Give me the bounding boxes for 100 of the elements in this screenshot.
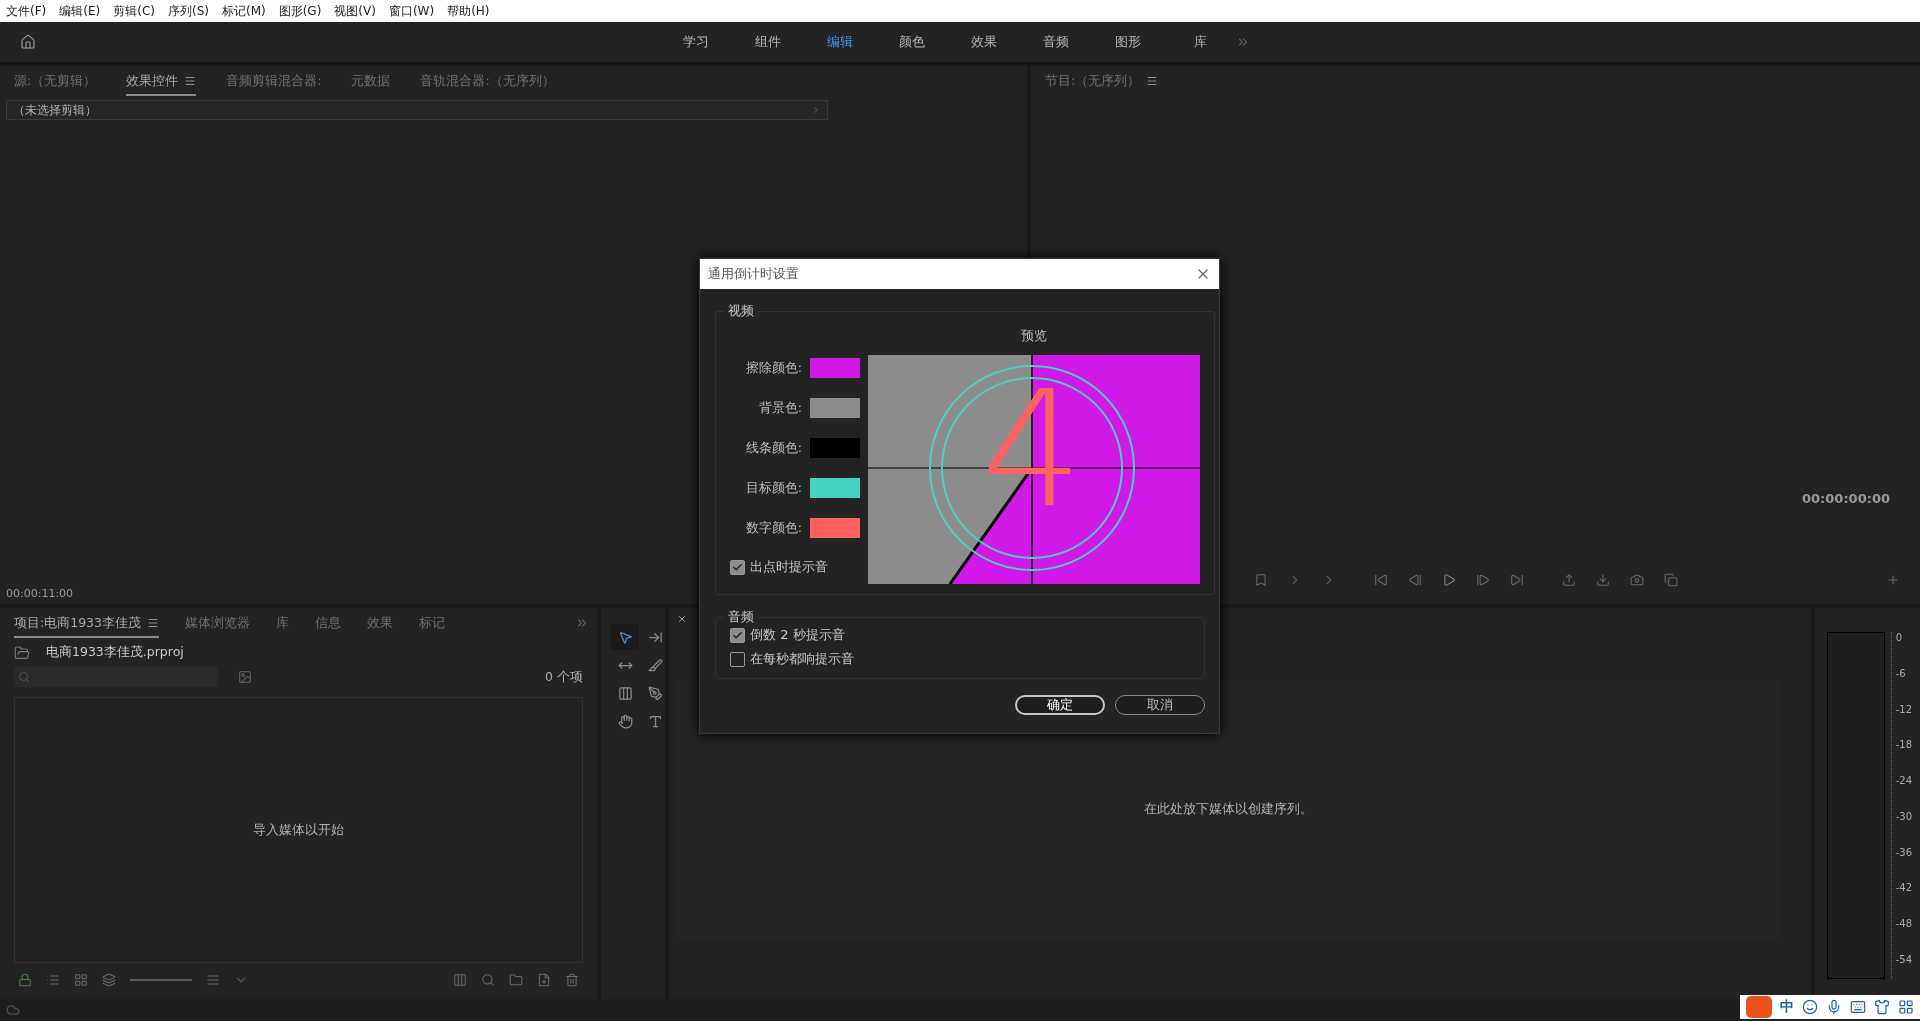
meter-scale-label: -54 <box>1895 953 1912 965</box>
color-label: 线条颜色: <box>745 439 802 457</box>
project-file-name: 电商1933李佳茂.prproj <box>46 644 184 661</box>
menu-icon[interactable] <box>184 75 197 87</box>
copy-icon[interactable] <box>1664 573 1678 587</box>
chevrons-right-icon[interactable] <box>1236 35 1250 49</box>
search-icon <box>18 671 30 683</box>
upload-icon[interactable] <box>1562 573 1576 587</box>
menu-icon[interactable] <box>147 617 160 629</box>
new-item-icon[interactable] <box>537 973 551 987</box>
menu-item[interactable]: 图形(G) <box>278 2 322 20</box>
check-icon <box>732 561 743 573</box>
menu-item[interactable]: 序列(S) <box>167 2 209 20</box>
color-swatch[interactable] <box>810 398 860 418</box>
lock-icon[interactable] <box>18 973 32 987</box>
workspace-tab[interactable]: 颜色 <box>876 33 948 51</box>
timecode: 00:00:00:00 <box>1802 491 1891 506</box>
workspace-tab[interactable]: 图形 <box>1092 33 1164 51</box>
bookmark-icon[interactable] <box>1254 573 1268 587</box>
color-label: 目标颜色: <box>745 479 802 497</box>
plus-icon[interactable] <box>1886 573 1900 587</box>
layers-icon[interactable] <box>102 973 116 987</box>
camera-icon[interactable] <box>1630 573 1644 587</box>
workspace-tab[interactable]: 学习 <box>660 33 732 51</box>
chevrons-right-icon[interactable] <box>575 616 589 630</box>
folder-icon[interactable] <box>14 644 30 661</box>
menu-item[interactable]: 编辑(E) <box>59 2 101 20</box>
meter-scale-label: -12 <box>1895 703 1912 715</box>
workspace-tab[interactable]: 库 <box>1164 33 1236 51</box>
search-icon[interactable] <box>481 973 495 987</box>
checkbox[interactable] <box>730 627 745 643</box>
columns-icon <box>617 685 633 701</box>
menu-item[interactable]: 窗口(W) <box>388 2 435 20</box>
play-icon[interactable] <box>1442 573 1456 587</box>
trash-icon[interactable] <box>565 973 579 987</box>
color-swatch[interactable] <box>810 358 860 378</box>
countdown-preview: 4 <box>868 355 1200 584</box>
skip-forward-icon[interactable] <box>1510 573 1524 587</box>
meter-scale-label: -48 <box>1895 918 1912 930</box>
dialog-title: 通用倒计时设置 <box>708 265 799 283</box>
blade-icon <box>647 657 663 673</box>
step-forward-icon[interactable] <box>1476 573 1490 587</box>
menu-item[interactable]: 剪辑(C) <box>113 2 155 20</box>
skip-back-icon[interactable] <box>1374 573 1388 587</box>
step-back-icon[interactable] <box>1408 573 1422 587</box>
meter-scale-label: -18 <box>1895 739 1912 751</box>
panel-tab[interactable]: 效果控件 <box>126 66 197 96</box>
grid-icon[interactable] <box>74 973 88 987</box>
menu-item[interactable]: 标记(M) <box>221 2 266 20</box>
meter-scale-label: -36 <box>1895 846 1912 858</box>
color-label: 背景色: <box>758 399 802 417</box>
color-swatch[interactable] <box>810 438 860 458</box>
checkbox[interactable] <box>730 651 745 667</box>
search-field[interactable] <box>14 667 218 687</box>
workspace-tab[interactable]: 编辑 <box>804 33 876 51</box>
meter-scale-label: -24 <box>1895 775 1912 787</box>
item-count: 0 个项 <box>545 668 583 686</box>
keyboard-icon[interactable] <box>1850 999 1866 1015</box>
home-icon[interactable] <box>20 34 36 50</box>
grid-icon[interactable] <box>1898 999 1914 1015</box>
hand-icon <box>617 713 633 729</box>
color-label: 擦除颜色: <box>745 359 802 377</box>
timecode: 00:00:11:00 <box>5 586 75 602</box>
checkbox-label: 出点时提示音 <box>750 558 828 576</box>
list-icon[interactable] <box>46 973 60 987</box>
cloud-icon[interactable] <box>6 1003 20 1017</box>
folder-icon[interactable] <box>509 973 523 987</box>
menu-item[interactable]: 视图(V) <box>334 2 376 20</box>
meter-scale-label: -42 <box>1895 882 1912 894</box>
ok-button[interactable]: 确定 <box>1015 695 1105 715</box>
menu-icon[interactable] <box>1146 75 1159 87</box>
meter-scale-label: 0 <box>1895 632 1904 643</box>
mic-icon[interactable] <box>1826 999 1842 1015</box>
cancel-button[interactable]: 取消 <box>1115 695 1205 715</box>
panel-tab[interactable]: 项目:电商1933李佳茂 <box>14 608 160 638</box>
color-swatch[interactable] <box>810 518 860 538</box>
empty-message: 在此处放下媒体以创建序列。 <box>1143 801 1313 818</box>
workspace-tab[interactable]: 音频 <box>1020 33 1092 51</box>
menu-item[interactable]: 文件(F) <box>6 2 47 20</box>
shirt-icon[interactable] <box>1874 999 1890 1015</box>
image-icon[interactable] <box>238 670 252 684</box>
checkbox-label: 在每秒都响提示音 <box>750 650 854 668</box>
group-label: 音频 <box>727 609 755 626</box>
meter-scale-label: -30 <box>1895 810 1912 822</box>
ime-mode[interactable]: 中 <box>1780 998 1794 1016</box>
download-icon[interactable] <box>1596 573 1610 587</box>
ime-logo-icon[interactable] <box>1746 996 1772 1018</box>
checkbox[interactable] <box>730 559 745 575</box>
workspace-tab[interactable]: 效果 <box>948 33 1020 51</box>
check-icon <box>732 629 743 641</box>
columns-icon[interactable] <box>453 973 467 987</box>
workspace-tab[interactable]: 组件 <box>732 33 804 51</box>
pointer-icon <box>617 629 633 645</box>
preview-label: 预览 <box>1021 328 1047 345</box>
pen-icon <box>647 685 663 701</box>
menu-item[interactable]: 帮助(H) <box>447 2 490 20</box>
sort-icon[interactable] <box>206 973 220 987</box>
smile-icon[interactable] <box>1802 999 1818 1015</box>
tool-button[interactable] <box>611 624 639 650</box>
color-swatch[interactable] <box>810 478 860 498</box>
